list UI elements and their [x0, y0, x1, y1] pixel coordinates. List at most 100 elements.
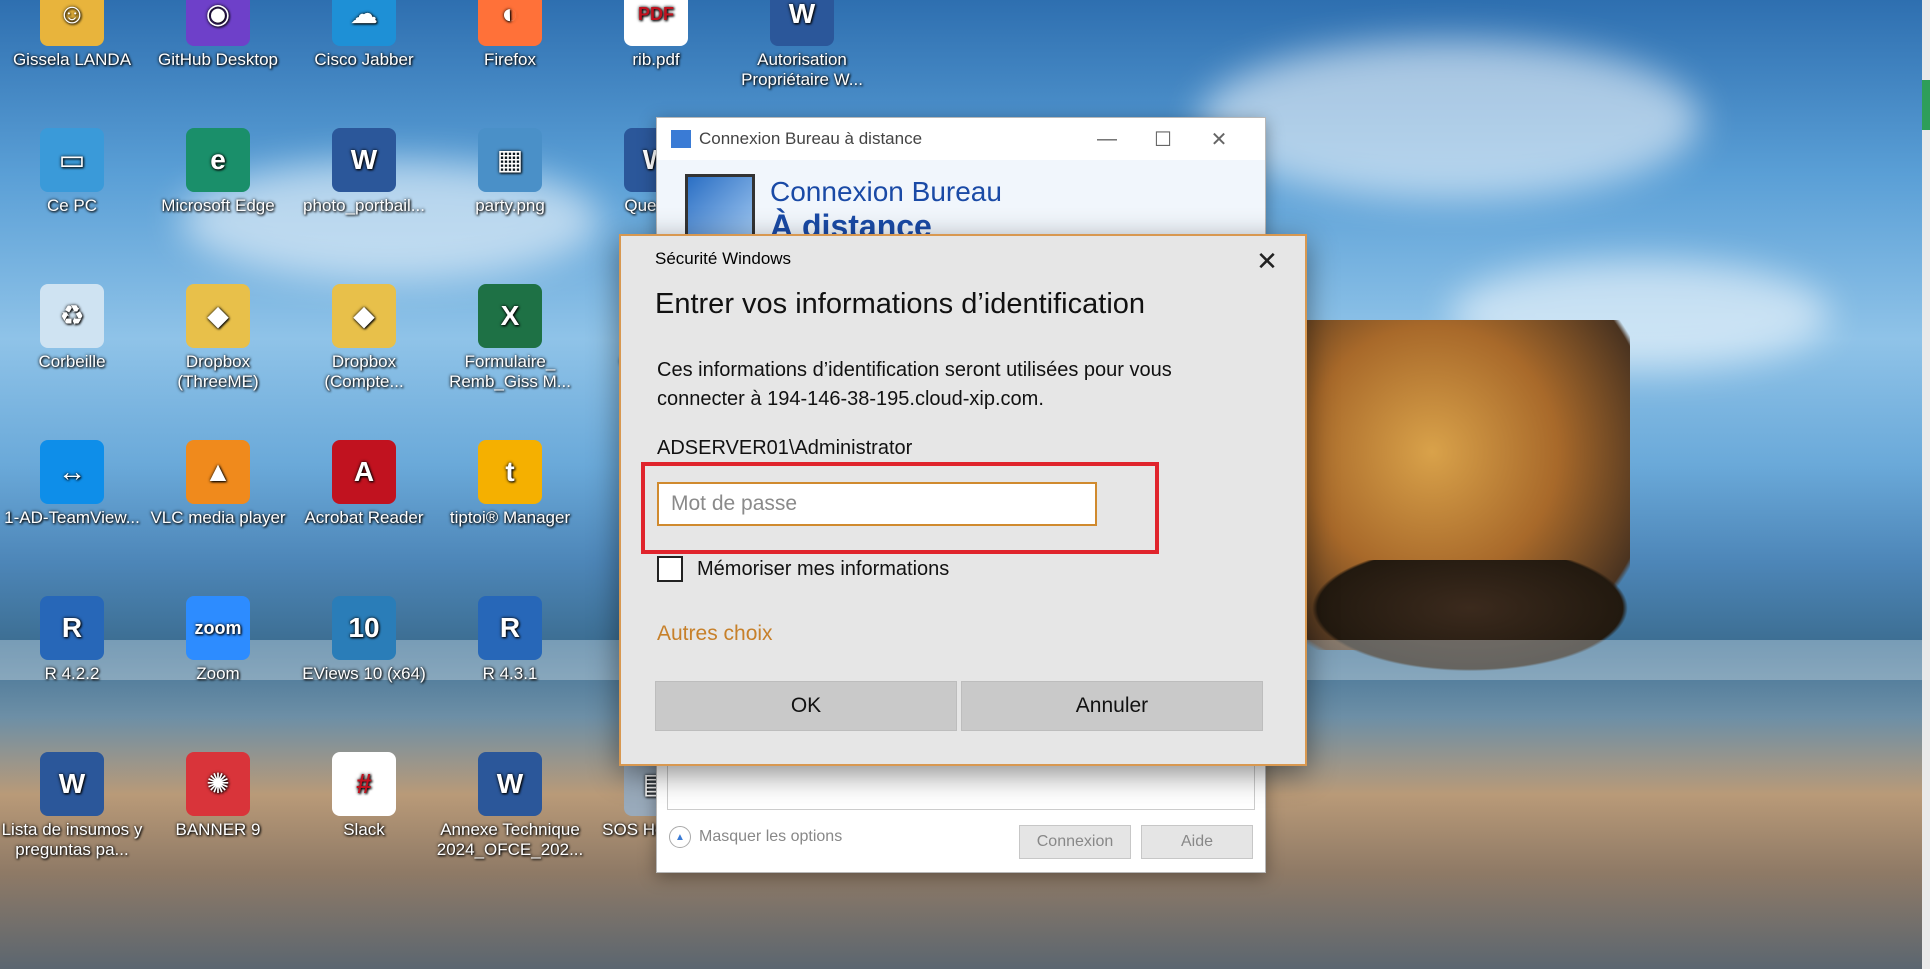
desktop-icon[interactable]: ◆ Dropbox (Compte... [290, 284, 438, 392]
desktop-icon[interactable]: ▲ VLC media player [144, 440, 292, 528]
desktop-icon[interactable]: zoom Zoom [144, 596, 292, 684]
desktop-icon[interactable]: ♻ Corbeille [0, 284, 146, 372]
desktop-icon[interactable]: PDF rib.pdf [582, 0, 730, 70]
github-icon: ◉ [186, 0, 250, 46]
slack-icon: # [332, 752, 396, 816]
close-icon[interactable]: ✕ [1247, 242, 1287, 280]
desktop-icon-label: Formulaire_ Remb_Giss M... [449, 352, 571, 391]
desktop-icon-label: party.png [475, 196, 545, 215]
desktop-icon[interactable]: A Acrobat Reader [290, 440, 438, 528]
user-folder-icon: ☺ [40, 0, 104, 46]
rdp-connection-box [667, 764, 1255, 810]
dialog-title: Entrer vos informations d’identification [655, 288, 1146, 320]
r-icon: R [40, 596, 104, 660]
word-icon: W [478, 752, 542, 816]
pdf-icon: PDF [624, 0, 688, 46]
desktop-icon-label: Acrobat Reader [304, 508, 424, 527]
minimize-icon[interactable]: — [1079, 118, 1135, 160]
other-choices-link[interactable]: Autres choix [657, 622, 773, 646]
desktop-icon[interactable]: ☁ Cisco Jabber [290, 0, 438, 70]
desktop-icon[interactable]: t tiptoi® Manager [436, 440, 584, 528]
desktop-icon[interactable]: ✺ BANNER 9 [144, 752, 292, 840]
desktop-icon[interactable]: # Slack [290, 752, 438, 840]
excel-icon: X [478, 284, 542, 348]
ok-button[interactable]: OK [655, 681, 957, 731]
dialog-description: Ces informations d’identification seront… [657, 359, 1172, 410]
username-label: ADSERVER01\Administrator [657, 437, 913, 459]
desktop-icon[interactable]: ◉ GitHub Desktop [144, 0, 292, 70]
desktop-icon-label: Microsoft Edge [161, 196, 275, 215]
desktop-icon-label: VLC media player [150, 508, 286, 527]
desktop-icon-label: GitHub Desktop [158, 50, 278, 69]
word-icon: W [770, 0, 834, 46]
image-icon: ▦ [478, 128, 542, 192]
remember-label: Mémoriser mes informations [697, 557, 950, 580]
rdp-banner-title: Connexion Bureau [770, 176, 1002, 207]
firefox-icon: ◐ [478, 0, 542, 46]
rdp-logo-icon [685, 174, 755, 240]
desktop-icon[interactable]: X Formulaire_ Remb_Giss M... [436, 284, 584, 392]
desktop-icon-label: Dropbox (ThreeME) [177, 352, 259, 391]
edge-icon: e [186, 128, 250, 192]
rdp-title: Connexion Bureau à distance [699, 129, 923, 148]
desktop-icon[interactable]: e Microsoft Edge [144, 128, 292, 216]
desktop-icon[interactable]: 10 EViews 10 (x64) [290, 596, 438, 684]
password-input[interactable] [657, 482, 1097, 526]
word-icon: W [40, 752, 104, 816]
desktop-icon[interactable]: ▦ party.png [436, 128, 584, 216]
desktop-icon-label: Cisco Jabber [314, 50, 414, 69]
connect-button[interactable]: Connexion [1019, 825, 1131, 859]
desktop-icon[interactable]: R R 4.3.1 [436, 596, 584, 684]
banner-icon: ✺ [186, 752, 250, 816]
desktop-icon-label: Dropbox (Compte... [324, 352, 404, 391]
cancel-button[interactable]: Annuler [961, 681, 1263, 731]
desktop-icon-label: Ce PC [46, 196, 98, 215]
desktop-icon[interactable]: R R 4.2.2 [0, 596, 146, 684]
jabber-icon: ☁ [332, 0, 396, 46]
zoom-icon: zoom [186, 596, 250, 660]
desktop-icon-label: Zoom [196, 664, 240, 683]
dialog-header: Sécurité Windows [655, 249, 792, 268]
help-button[interactable]: Aide [1141, 825, 1253, 859]
recycle-bin-icon: ♻ [40, 284, 104, 348]
desktop-icon-label: Slack [343, 820, 385, 839]
desktop-icon-label: Lista de insumos y preguntas pa... [1, 820, 143, 859]
desktop-icon-label: Gissela LANDA [12, 50, 132, 69]
chevron-up-icon: ▲ [669, 826, 691, 848]
windows-security-dialog: Sécurité Windows ✕ Entrer vos informatio… [619, 234, 1307, 766]
desktop-icon-label: Autorisation Propriétaire W... [741, 50, 863, 89]
desktop-icon[interactable]: W Lista de insumos y preguntas pa... [0, 752, 146, 860]
desktop-icon[interactable]: Wphoto_portbail... [290, 128, 438, 216]
teamviewer-icon: ↔ [40, 440, 104, 504]
rdp-app-icon [671, 130, 691, 148]
rdp-banner: Connexion Bureau À distance [657, 160, 1265, 244]
remember-me-row[interactable]: Mémoriser mes informations [657, 556, 949, 582]
desktop-icon-label: EViews 10 (x64) [302, 664, 426, 683]
desktop-icon[interactable]: ↔ 1-AD-TeamView... [0, 440, 146, 528]
close-icon[interactable]: ✕ [1191, 118, 1247, 160]
computer-icon: ▭ [40, 128, 104, 192]
remember-checkbox[interactable] [657, 556, 683, 582]
desktop-icon-label: rib.pdf [632, 50, 680, 69]
rdp-title-bar[interactable]: Connexion Bureau à distance — ☐ ✕ [657, 118, 1265, 160]
desktop-icon-label: Annexe Technique 2024_OFCE_202... [436, 820, 584, 859]
desktop-icon-label: R 4.3.1 [482, 664, 538, 683]
desktop-icon[interactable]: W Annexe Technique 2024_OFCE_202... [436, 752, 584, 860]
screen-edge [1922, 0, 1930, 969]
desktop-icon[interactable]: ◐ Firefox [436, 0, 584, 70]
dropbox-folder-icon: ◆ [186, 284, 250, 348]
desktop-icon-label: R 4.2.2 [44, 664, 100, 683]
maximize-icon[interactable]: ☐ [1135, 118, 1191, 160]
desktop-icon[interactable]: W Autorisation Propriétaire W... [728, 0, 876, 90]
dropbox-folder-icon: ◆ [332, 284, 396, 348]
desktop-icon[interactable]: ☺ Gissela LANDA [0, 0, 146, 70]
desktop-icon[interactable]: ◆ Dropbox (ThreeME) [144, 284, 292, 392]
hide-options-toggle[interactable]: ▲ Masquer les options [669, 826, 842, 848]
desktop-icon-label: Firefox [484, 50, 536, 69]
desktop-icon-label: 1-AD-TeamView... [4, 508, 140, 527]
word-icon: W [332, 128, 396, 192]
r-icon: R [478, 596, 542, 660]
desktop-icon[interactable]: ▭ Ce PC [0, 128, 146, 216]
hide-options-label: Masquer les options [699, 828, 843, 845]
desktop-icon-label: Corbeille [38, 352, 106, 371]
